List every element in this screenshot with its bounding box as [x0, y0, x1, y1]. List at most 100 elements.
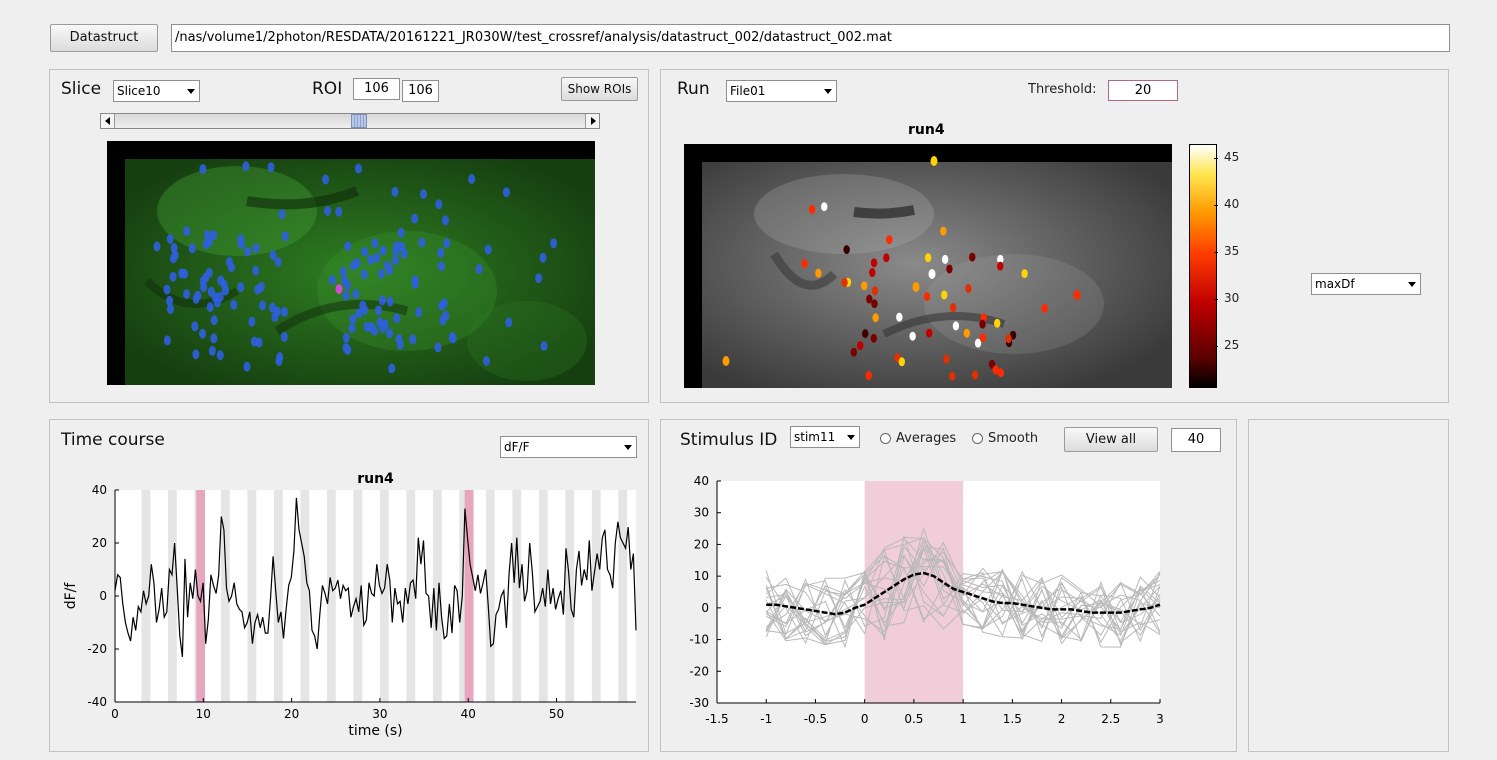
roi-marker [257, 281, 265, 292]
slider-thumb[interactable] [351, 114, 368, 128]
activity-roi-marker [923, 291, 931, 301]
stimulus-bar [512, 490, 522, 702]
y-tick-label: -20 [87, 642, 107, 656]
roi-marker [216, 350, 224, 361]
roi-marker [280, 306, 288, 317]
threshold-input[interactable]: 20 [1108, 80, 1178, 101]
chevron-down-icon [187, 89, 195, 94]
roi-marker [437, 261, 445, 272]
roi-marker [237, 282, 245, 293]
roi-marker [442, 215, 450, 226]
activity-roi-marker [979, 319, 986, 329]
slice-panel: Slice Slice10 ROI 106 106 Show ROIs [49, 69, 649, 403]
roi-marker [324, 206, 332, 217]
activity-roi-marker [857, 341, 864, 351]
roi-marker [440, 298, 448, 309]
roi-marker [225, 257, 233, 268]
roi-marker [322, 174, 330, 185]
activity-map[interactable] [684, 144, 1172, 388]
y-tick-label: -30 [689, 696, 709, 710]
activity-roi-marker [871, 286, 879, 296]
slice-select[interactable]: Slice10 [113, 80, 200, 102]
activity-roi-marker [941, 254, 949, 264]
roi-marker [342, 290, 350, 301]
stimulus-bar [618, 490, 628, 702]
roi-marker [206, 302, 214, 313]
activity-roi-marker [1041, 303, 1048, 313]
x-tick-label: 20 [284, 707, 299, 721]
roi-marker [359, 300, 367, 311]
roi-marker [169, 271, 177, 282]
y-tick-label: -10 [689, 633, 709, 647]
roi-marker [335, 206, 343, 217]
roi-marker [167, 304, 175, 315]
activity-roi-marker [1005, 334, 1012, 344]
roi-marker [411, 213, 419, 224]
datastruct-button[interactable]: Datastruct [50, 24, 158, 52]
roi-marker [210, 315, 218, 326]
roi-marker [550, 238, 558, 249]
roi-marker [210, 333, 218, 344]
roi-marker [386, 296, 394, 307]
roi-marker [237, 234, 245, 245]
roi-marker [502, 187, 510, 198]
y-tick-label: 0 [701, 601, 709, 615]
stimulus-bar [353, 490, 363, 702]
roi-input-secondary[interactable]: 106 [402, 80, 439, 102]
activity-roi-marker [872, 313, 879, 323]
selected-roi-marker [335, 284, 343, 294]
activity-map-overlay [702, 156, 1172, 388]
run-select[interactable]: File01 [726, 80, 837, 102]
activity-roi-marker [722, 356, 730, 366]
activity-roi-marker [850, 347, 858, 357]
timecourse-panel: Time course dF/F -40 -20 0 20 40 0 10 20 30 40 50 r… [49, 419, 649, 752]
slider-right-arrow[interactable] [585, 114, 599, 128]
activity-roi-marker [869, 268, 876, 278]
roi-marker [349, 313, 357, 324]
roi-marker [434, 342, 442, 353]
roi-marker [361, 246, 369, 257]
colorbar-tick-label: 30 [1224, 290, 1240, 305]
y-tick-label: 40 [92, 483, 107, 497]
roi-marker [275, 356, 283, 367]
roi-marker [475, 263, 483, 274]
y-tick-label: -20 [689, 664, 709, 678]
x-tick-label: 10 [196, 707, 211, 721]
roi-marker [339, 266, 347, 277]
slider-left-arrow[interactable] [101, 114, 115, 128]
activity-roi-marker [943, 354, 950, 364]
run-panel: Run File01 Threshold: 20 run4 maxDf 45 4… [660, 69, 1449, 403]
stimulus-chart[interactable]: -30 -20 -10 0 10 20 30 40 -1.5 -1 -0.5 0 0.5 1 1.5 2 2.5… [661, 420, 1238, 753]
roi-marker [181, 268, 189, 279]
slice-slider[interactable] [100, 113, 600, 129]
file-path-field[interactable]: /nas/volume1/2photon/RESDATA/20161221_JR… [171, 24, 1450, 52]
colorbar-tick-label: 45 [1224, 150, 1240, 165]
roi-marker [505, 317, 513, 328]
roi-marker [169, 253, 177, 264]
slice-image[interactable] [107, 141, 595, 385]
colorbar-tick [1214, 205, 1218, 206]
roi-marker [448, 332, 456, 343]
roi-marker [360, 269, 368, 280]
show-rois-button[interactable]: Show ROIs [561, 77, 638, 101]
map-title: run4 [908, 122, 945, 138]
roi-marker [386, 328, 394, 339]
roi-marker [192, 349, 200, 360]
roi-marker [343, 280, 351, 291]
roi-marker [328, 274, 336, 285]
activity-roi-marker [898, 357, 906, 367]
activity-roi-marker [862, 329, 869, 339]
roi-marker [259, 300, 267, 311]
chevron-down-icon [824, 89, 832, 94]
stimulus-bar [247, 490, 257, 702]
roi-marker [371, 238, 379, 249]
stimulus-panel: Stimulus ID stim11 Averages Smooth View … [660, 419, 1237, 752]
timecourse-chart[interactable]: -40 -20 0 20 40 0 10 20 30 40 50 run4 time (s) dF/f [50, 420, 650, 753]
roi-marker [244, 246, 252, 257]
roi-marker [397, 227, 405, 238]
roi-marker [191, 321, 199, 332]
metric-select[interactable]: maxDf [1311, 273, 1421, 295]
roi-marker [388, 363, 396, 374]
roi-input[interactable]: 106 [353, 78, 400, 100]
roi-marker [539, 252, 547, 263]
